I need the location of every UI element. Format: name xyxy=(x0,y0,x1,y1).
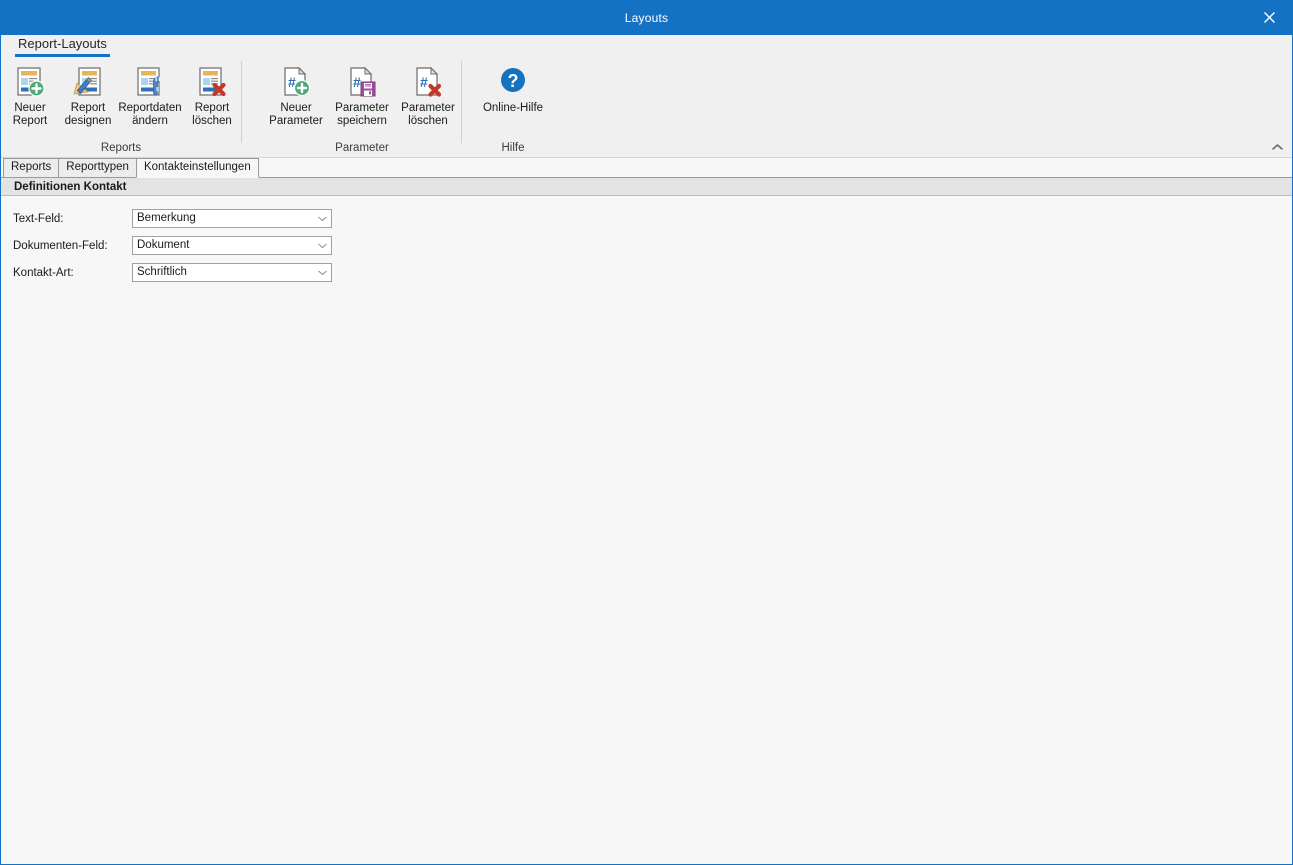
neuer-parameter-label: Neuer Parameter xyxy=(269,102,323,128)
form-row-kontakt-art: Kontakt-Art: Schriftlich xyxy=(13,263,1292,282)
content-panel: Definitionen Kontakt Text-Feld: Bemerkun… xyxy=(1,178,1292,864)
tab-reports[interactable]: Reports xyxy=(3,158,59,178)
neuer-report-label: Neuer Report xyxy=(13,102,48,128)
ribbon-group-hilfe-label: Hilfe xyxy=(475,142,551,157)
dokumenten-feld-combo[interactable]: Dokument xyxy=(132,236,332,255)
ribbon-group-parameter-label: Parameter xyxy=(263,142,461,157)
report-loeschen-label: Report löschen xyxy=(192,102,232,128)
ribbon-group-parameter: # Neuer Parameter # xyxy=(241,57,461,157)
kontakt-art-value: Schriftlich xyxy=(137,264,187,281)
kontakt-art-label: Kontakt-Art: xyxy=(13,267,132,279)
chevron-up-icon xyxy=(1272,143,1283,151)
document-design-icon xyxy=(71,65,105,99)
parameter-loeschen-label: Parameter löschen xyxy=(401,102,455,128)
svg-text:?: ? xyxy=(508,71,519,91)
kontakt-art-combo[interactable]: Schriftlich xyxy=(132,263,332,282)
ribbon-group-hilfe: ? Online-Hilfe Hilfe xyxy=(461,57,551,157)
tab-kontakteinstellungen[interactable]: Kontakteinstellungen xyxy=(136,158,259,178)
text-feld-value: Bemerkung xyxy=(137,210,196,227)
ribbon-filler xyxy=(551,57,1292,157)
ribbon-group-parameter-items: # Neuer Parameter # xyxy=(263,57,461,142)
ribbon: Report-Layouts xyxy=(1,35,1292,158)
form-row-text-feld: Text-Feld: Bemerkung xyxy=(13,209,1292,228)
kontakt-form: Text-Feld: Bemerkung Dokumenten-Feld: Do… xyxy=(1,196,1292,290)
ribbon-group-reports-label: Reports xyxy=(1,142,241,157)
tab-reporttypen[interactable]: Reporttypen xyxy=(58,158,137,178)
close-button[interactable] xyxy=(1246,0,1292,35)
help-circle-icon: ? xyxy=(496,65,530,99)
document-delete-icon xyxy=(195,65,229,99)
ribbon-group-reports: Neuer Report xyxy=(1,57,241,157)
chevron-down-icon xyxy=(314,243,331,248)
parameter-delete-icon: # xyxy=(411,65,445,99)
dokumenten-feld-value: Dokument xyxy=(137,237,189,254)
online-hilfe-label: Online-Hilfe xyxy=(483,102,543,115)
ribbon-collapse-button[interactable] xyxy=(1268,139,1286,155)
parameter-save-icon: # xyxy=(345,65,379,99)
dokumenten-feld-label: Dokumenten-Feld: xyxy=(13,240,132,252)
parameter-add-icon: # xyxy=(279,65,313,99)
close-icon xyxy=(1263,11,1276,24)
document-add-icon xyxy=(13,65,47,99)
neuer-report-button[interactable]: Neuer Report xyxy=(1,62,59,129)
reportdaten-aendern-button[interactable]: Reportdaten ändern xyxy=(117,62,183,129)
section-title: Definitionen Kontakt xyxy=(1,178,1292,196)
inner-tab-strip: Reports Reporttypen Kontakteinstellungen xyxy=(1,158,1292,178)
text-feld-label: Text-Feld: xyxy=(13,213,132,225)
svg-text:#: # xyxy=(420,74,428,90)
form-row-dokumenten-feld: Dokumenten-Feld: Dokument xyxy=(13,236,1292,255)
ribbon-content: Neuer Report xyxy=(1,57,1292,157)
parameter-speichern-label: Parameter speichern xyxy=(335,102,389,128)
window-title: Layouts xyxy=(625,11,668,25)
online-hilfe-button[interactable]: ? Online-Hilfe xyxy=(475,62,551,116)
chevron-down-icon xyxy=(314,270,331,275)
ribbon-tab-bar: Report-Layouts xyxy=(1,35,1292,57)
layouts-window: Layouts Report-Layouts xyxy=(0,0,1293,865)
chevron-down-icon xyxy=(314,216,331,221)
ribbon-group-reports-items: Neuer Report xyxy=(1,57,241,142)
ribbon-group-hilfe-items: ? Online-Hilfe xyxy=(475,57,551,142)
title-bar: Layouts xyxy=(1,0,1292,35)
svg-text:#: # xyxy=(353,74,361,90)
parameter-speichern-button[interactable]: # Parameter speichern xyxy=(329,62,395,129)
report-loeschen-button[interactable]: Report löschen xyxy=(183,62,241,129)
document-wrench-icon xyxy=(133,65,167,99)
ribbon-tab-report-layouts[interactable]: Report-Layouts xyxy=(15,36,110,57)
reportdaten-aendern-label: Reportdaten ändern xyxy=(118,102,181,128)
report-designen-button[interactable]: Report designen xyxy=(59,62,117,129)
report-designen-label: Report designen xyxy=(65,102,112,128)
text-feld-combo[interactable]: Bemerkung xyxy=(132,209,332,228)
neuer-parameter-button[interactable]: # Neuer Parameter xyxy=(263,62,329,129)
parameter-loeschen-button[interactable]: # Parameter löschen xyxy=(395,62,461,129)
